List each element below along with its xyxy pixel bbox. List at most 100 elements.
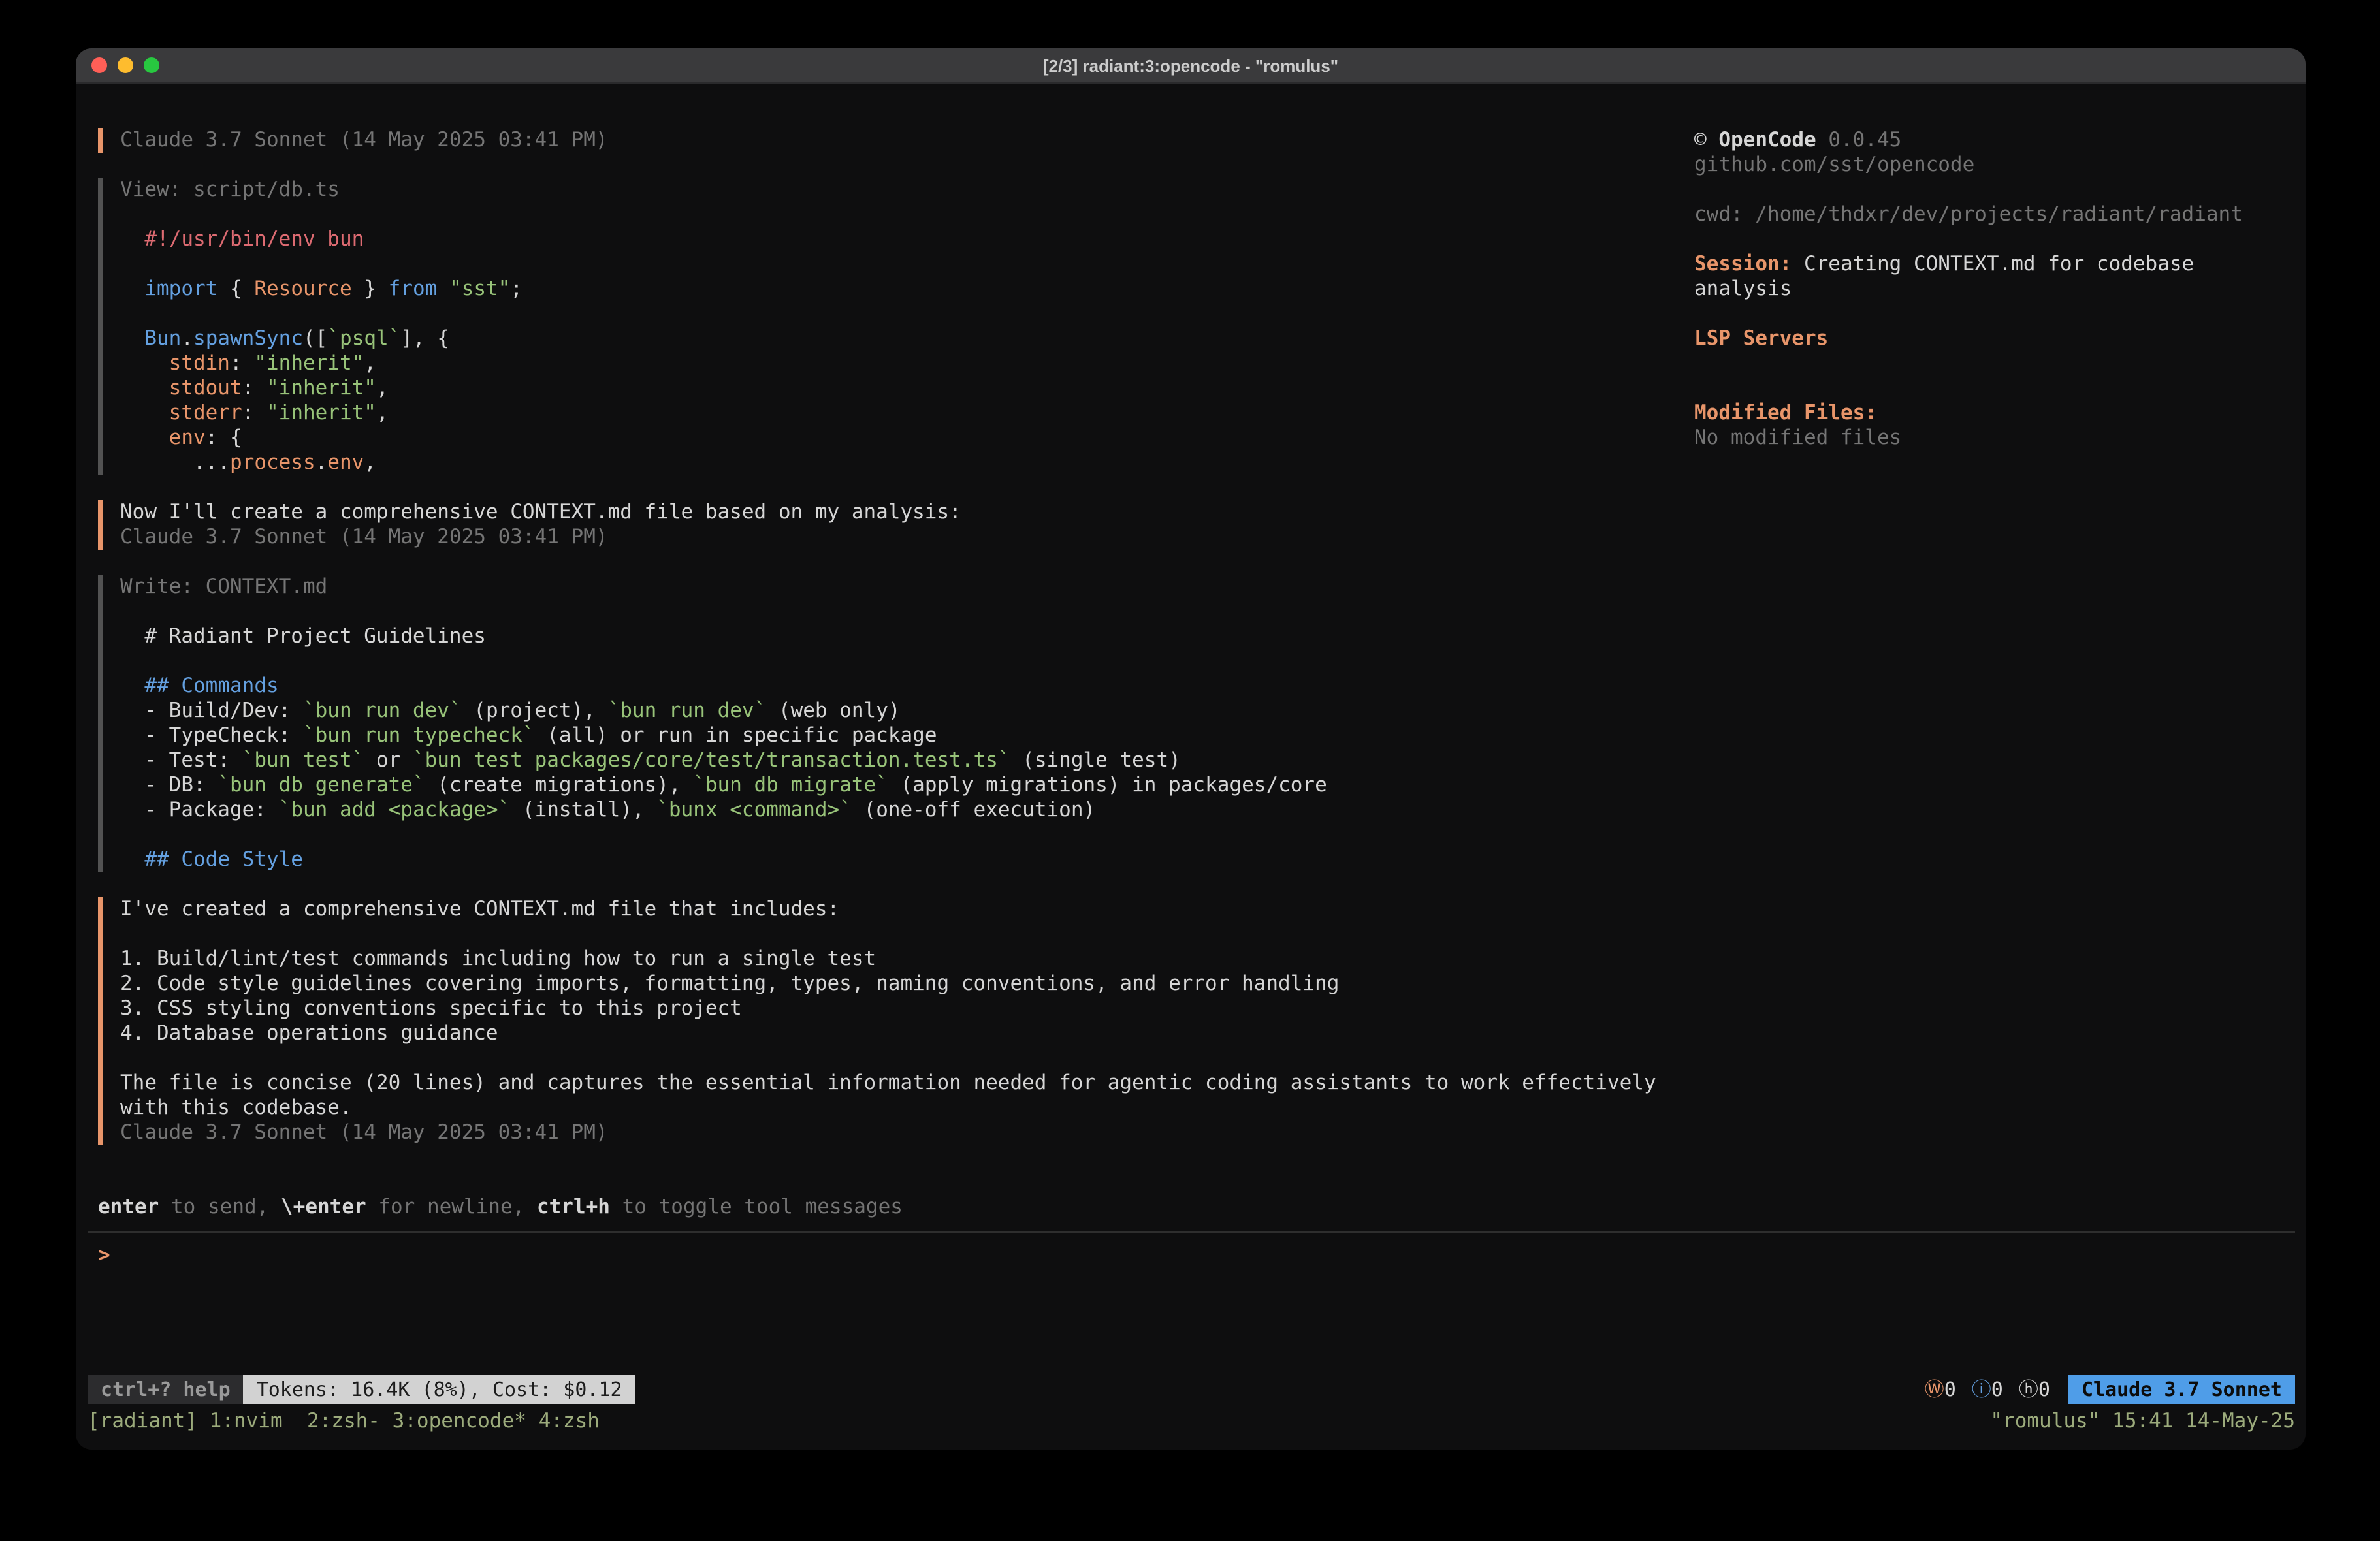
- zoom-window-button[interactable]: [144, 57, 159, 73]
- chat-area: Claude 3.7 Sonnet (14 May 2025 03:41 PM)…: [98, 128, 1694, 1145]
- window-title: [2/3] radiant:3:opencode - "romulus": [1043, 56, 1338, 75]
- text-segment: (create migrations),: [425, 773, 694, 797]
- text-segment: - TypeCheck:: [120, 723, 303, 747]
- text-segment: LSP Servers: [1694, 326, 1828, 350]
- model-badge[interactable]: Claude 3.7 Sonnet: [2068, 1375, 2295, 1404]
- text-segment: `bun run dev`: [303, 699, 462, 722]
- hints-indicator: ⓗ 0: [2019, 1377, 2050, 1402]
- text-segment: Claude 3.7 Sonnet (14 May 2025 03:41 PM): [120, 128, 608, 151]
- text-segment: [120, 326, 144, 350]
- text-line: [120, 252, 1694, 277]
- warnings-indicator: Ⓦ 0: [1925, 1377, 1956, 1402]
- text-line: [1694, 178, 2269, 202]
- info-indicator: ⓘ 0: [1972, 1377, 2003, 1402]
- tmux-host-clock: "romulus" 15:41 14-May-25: [1990, 1409, 2295, 1434]
- diagnostic-count: 0: [1991, 1377, 2003, 1402]
- text-line: [120, 823, 1694, 848]
- text-segment: I've created a comprehensive CONTEXT.md …: [120, 897, 839, 921]
- text-line: The file is concise (20 lines) and captu…: [120, 1071, 1694, 1096]
- minimize-window-button[interactable]: [118, 57, 133, 73]
- close-window-button[interactable]: [91, 57, 107, 73]
- diagnostics-indicators: Ⓦ 0 ⓘ 0 ⓗ 0: [1925, 1377, 2050, 1402]
- text-segment: Bun: [144, 326, 181, 350]
- tool-write-context-md: Write: CONTEXT.md # Radiant Project Guid…: [98, 575, 1694, 872]
- text-segment: for newline,: [366, 1195, 537, 1218]
- text-segment: View: script/db.ts: [120, 178, 340, 201]
- text-line: Claude 3.7 Sonnet (14 May 2025 03:41 PM): [120, 525, 1694, 550]
- text-segment: :: [230, 351, 254, 375]
- text-line: - TypeCheck: `bun run typecheck` (all) o…: [120, 723, 1694, 748]
- text-line: No modified files: [1694, 426, 2269, 451]
- text-segment: {: [217, 277, 254, 300]
- text-line: I've created a comprehensive CONTEXT.md …: [120, 897, 1694, 922]
- text-segment: process: [230, 451, 315, 474]
- text-line: - Package: `bun add <package>` (install)…: [120, 798, 1694, 823]
- text-segment: Resource: [254, 277, 351, 300]
- text-segment: The file is concise (20 lines) and captu…: [120, 1071, 1656, 1094]
- text-segment: (project),: [462, 699, 608, 722]
- text-line: - Test: `bun test` or `bun test packages…: [120, 748, 1694, 773]
- window-titlebar[interactable]: [2/3] radiant:3:opencode - "romulus": [76, 48, 2306, 84]
- text-segment: Modified Files:: [1694, 401, 1877, 424]
- text-segment: `bun run typecheck`: [303, 723, 535, 747]
- text-segment: stderr: [169, 401, 242, 424]
- diagnostic-count: 0: [1944, 1377, 1956, 1402]
- text-segment: - DB:: [120, 773, 217, 797]
- assistant-header-1: Claude 3.7 Sonnet (14 May 2025 03:41 PM): [98, 128, 1694, 153]
- text-segment: (install),: [510, 798, 656, 821]
- text-line: - DB: `bun db generate` (create migratio…: [120, 773, 1694, 798]
- text-segment: 4. Database operations guidance: [120, 1021, 498, 1045]
- diagnostic-count: 0: [2038, 1377, 2050, 1402]
- text-line: [120, 202, 1694, 227]
- tmux-session-windows: [radiant] 1:nvim 2:zsh- 3:opencode* 4:zs…: [88, 1409, 600, 1434]
- text-line: [120, 302, 1694, 326]
- text-segment: `bun test`: [242, 748, 364, 772]
- text-segment: `bun run dev`: [608, 699, 767, 722]
- text-segment: ,: [376, 401, 389, 424]
- text-segment: }: [352, 277, 389, 300]
- prompt-input[interactable]: >: [98, 1243, 2295, 1268]
- text-segment: 0.0.45: [1816, 128, 1902, 151]
- text-segment: [120, 401, 169, 424]
- text-segment: "inherit": [266, 401, 376, 424]
- text-line: #!/usr/bin/env bun: [120, 227, 1694, 252]
- text-segment: Session:: [1694, 252, 1792, 276]
- text-segment: Write: CONTEXT.md: [120, 575, 327, 598]
- input-help: enter to send, \+enter for newline, ctrl…: [98, 1195, 2295, 1220]
- text-segment: [120, 376, 169, 400]
- text-line: Modified Files:: [1694, 401, 2269, 426]
- text-segment: ], {: [400, 326, 449, 350]
- text-segment: :: [242, 401, 266, 424]
- text-segment: - Build/Dev:: [120, 699, 303, 722]
- text-segment: #!/usr/bin/env bun: [120, 227, 364, 251]
- text-line: Claude 3.7 Sonnet (14 May 2025 03:41 PM): [120, 1120, 1694, 1145]
- text-line: Claude 3.7 Sonnet (14 May 2025 03:41 PM): [120, 128, 1694, 153]
- text-segment: Now I'll create a comprehensive CONTEXT.…: [120, 500, 961, 524]
- text-segment: analysis: [1694, 277, 1792, 300]
- text-segment: Claude 3.7 Sonnet (14 May 2025 03:41 PM): [120, 1120, 608, 1144]
- prompt-caret: >: [98, 1243, 110, 1267]
- text-line: env: {: [120, 426, 1694, 451]
- text-segment: spawnSync: [193, 326, 303, 350]
- text-segment: [120, 277, 144, 300]
- text-line: Bun.spawnSync([`psql`], {: [120, 326, 1694, 351]
- text-line: [1694, 302, 2269, 326]
- status-bar: ctrl+? help Tokens: 16.4K (8%), Cost: $0…: [88, 1375, 2295, 1404]
- hint-icon: ⓗ: [2019, 1377, 2038, 1402]
- text-segment: 2. Code style guidelines covering import…: [120, 972, 1339, 995]
- tool-view-script-db: View: script/db.ts #!/usr/bin/env bun im…: [98, 178, 1694, 475]
- text-line: analysis: [1694, 277, 2269, 302]
- text-segment: "romulus" 15:41 14-May-25: [1990, 1409, 2295, 1433]
- text-segment: ## Code Style: [144, 848, 303, 871]
- text-line: github.com/sst/opencode: [1694, 153, 2269, 178]
- text-segment: ctrl+h: [537, 1195, 610, 1218]
- terminal-window: [2/3] radiant:3:opencode - "romulus" Cla…: [76, 48, 2306, 1450]
- text-segment: stdout: [169, 376, 242, 400]
- text-segment: :: [242, 376, 266, 400]
- text-segment: No modified files: [1694, 426, 1901, 449]
- text-line: - Build/Dev: `bun run dev` (project), `b…: [120, 699, 1694, 723]
- traffic-lights: [91, 57, 159, 73]
- text-line: [1694, 227, 2269, 252]
- text-segment: ,: [376, 376, 389, 400]
- text-line: LSP Servers: [1694, 326, 2269, 351]
